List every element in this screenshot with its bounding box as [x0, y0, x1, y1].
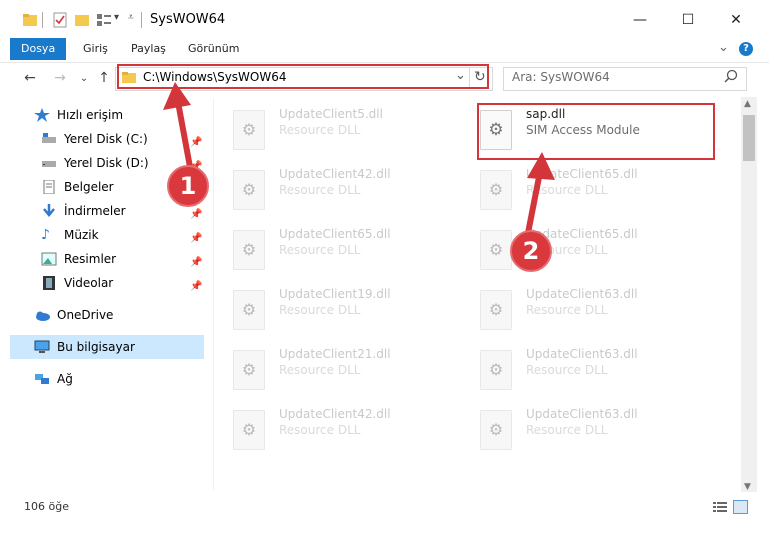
arrow-1-shaft	[175, 101, 193, 168]
step-1-badge: 1	[167, 165, 209, 207]
arrow-2-head	[527, 152, 555, 180]
arrow-1-head	[163, 82, 191, 110]
arrow-2-shaft	[525, 171, 543, 234]
step-2-badge: 2	[510, 230, 552, 272]
annotation-arrows	[163, 82, 555, 234]
